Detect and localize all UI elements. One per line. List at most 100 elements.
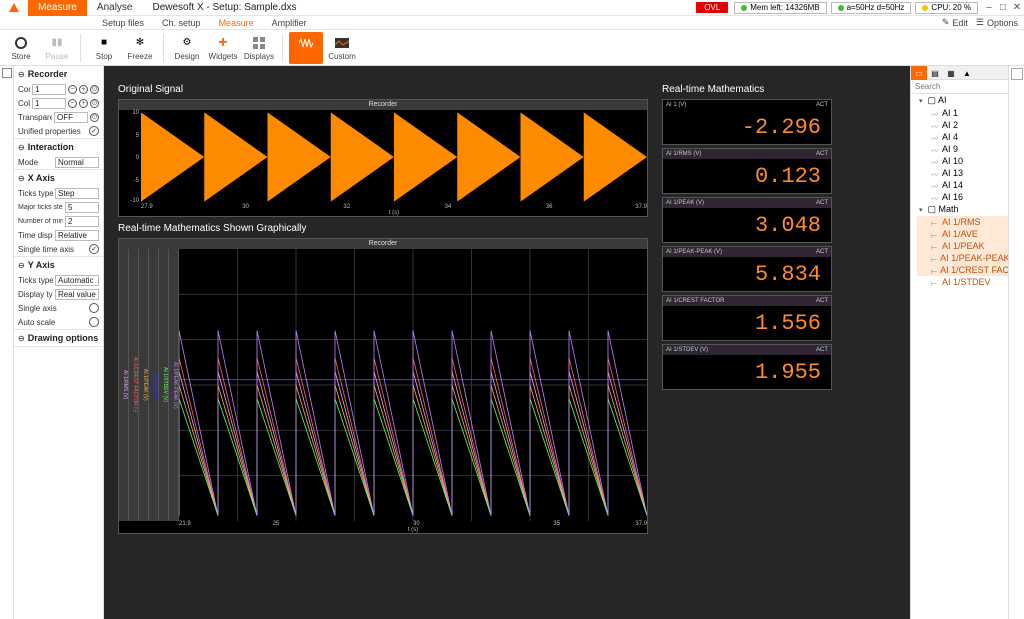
design-button[interactable]: ⚙Design <box>170 32 204 64</box>
tab-analyse[interactable]: Analyse <box>87 0 143 16</box>
tree-math-item[interactable]: AI 1/PEAK <box>917 240 1008 252</box>
columns-plus[interactable]: + <box>79 99 88 108</box>
unified-check[interactable]: ✓ <box>89 126 99 136</box>
window-max[interactable]: □ <box>996 2 1010 13</box>
options-link[interactable]: ☰Options <box>976 17 1018 28</box>
minor-input[interactable]: 2 <box>65 216 99 227</box>
status-mem: Mem left: 14326MB <box>734 2 826 14</box>
toolbar: Store ▮▮Pause ■Stop ✻Freeze ⚙Design +Wid… <box>0 30 1024 66</box>
tree-tab-3[interactable]: ▦ <box>943 66 959 80</box>
mode-select[interactable]: Normal <box>55 157 99 168</box>
mini-strip <box>1008 66 1024 619</box>
titlebar: Measure Analyse Dewesoft X - Setup: Samp… <box>0 0 1024 16</box>
meter-5[interactable]: AI 1/STDEV (V)ACT1.955 <box>662 344 832 390</box>
chart-original[interactable]: Recorder 1050-5-10 27.93032343637.9t (s) <box>118 99 648 217</box>
tree-item[interactable]: AI 2 <box>917 119 1008 131</box>
stop-button[interactable]: ■Stop <box>87 32 121 64</box>
controls-minus[interactable]: − <box>68 85 77 94</box>
tree-ai-root[interactable]: ▢ AI <box>917 94 1008 107</box>
displays-button[interactable]: Displays <box>242 32 276 64</box>
mini-box[interactable] <box>1011 68 1023 80</box>
timedisplay-select[interactable]: Relative <box>55 230 99 241</box>
menu-ch-setup[interactable]: Ch. setup <box>154 18 209 28</box>
tab-measure[interactable]: Measure <box>28 0 87 16</box>
singletime-check[interactable]: ✓ <box>89 244 99 254</box>
window-min[interactable]: – <box>982 2 996 13</box>
widgets-button[interactable]: +Widgets <box>206 32 240 64</box>
record-icon <box>13 35 29 51</box>
strip-toggle[interactable] <box>2 68 12 78</box>
custom-icon <box>334 35 350 51</box>
status-cpu: CPU: 20 % <box>915 2 978 14</box>
tree-math-item[interactable]: AI 1/RMS <box>917 216 1008 228</box>
meter-3[interactable]: AI 1/PEAK-PEAK (V)ACT5.834 <box>662 246 832 292</box>
section-recorder[interactable]: Recorder <box>14 66 103 82</box>
controls-plus[interactable]: + <box>79 85 88 94</box>
custom-button[interactable]: Custom <box>325 32 359 64</box>
section-xaxis[interactable]: X Axis <box>14 170 103 186</box>
section-drawing[interactable]: Drawing options <box>14 330 103 346</box>
columns-reset[interactable]: ⊙ <box>90 99 99 108</box>
tree-item[interactable]: AI 1 <box>917 107 1008 119</box>
wave-icon <box>298 35 314 51</box>
tree-math-root[interactable]: ▢ Math <box>917 203 1008 216</box>
xticks-select[interactable]: Step <box>55 188 99 199</box>
meters-title: Real-time Mathematics <box>662 84 832 95</box>
controls-input[interactable]: 1 <box>32 84 66 95</box>
gear-icon: ⚙ <box>179 35 195 51</box>
yticks-select[interactable]: Automatic <box>55 275 99 286</box>
meter-0[interactable]: AI 1 (V)ACT-2.296 <box>662 99 832 145</box>
pause-icon: ▮▮ <box>49 35 65 51</box>
columns-minus[interactable]: − <box>68 99 77 108</box>
chart-math[interactable]: Recorder AI 1/RMS (V)AI 1/CREST FACTOR (… <box>118 238 648 534</box>
tree-tab-1[interactable]: ▭ <box>911 66 927 80</box>
tree-item[interactable]: AI 13 <box>917 167 1008 179</box>
window-close[interactable]: ✕ <box>1010 2 1024 13</box>
recorder-button[interactable]: Recorder <box>289 32 323 64</box>
meter-4[interactable]: AI 1/CREST FACTORACT1.556 <box>662 295 832 341</box>
transparency-input[interactable]: OFF <box>54 112 88 123</box>
controls-reset[interactable]: ⊙ <box>90 85 99 94</box>
menu-setup-files[interactable]: Setup files <box>94 18 152 28</box>
chart-header: Recorder <box>119 100 647 110</box>
tree-tab-4[interactable]: ▲ <box>959 66 975 80</box>
store-button[interactable]: Store <box>4 32 38 64</box>
tree-math-item[interactable]: AI 1/PEAK-PEAK <box>917 252 1008 264</box>
window-title: Dewesoft X - Setup: Sample.dxs <box>152 2 296 13</box>
stop-icon: ■ <box>96 35 112 51</box>
snowflake-icon: ✻ <box>132 35 148 51</box>
menu-amplifier[interactable]: Amplifier <box>264 18 315 28</box>
canvas: Original Signal Recorder 1050-5-10 27.93… <box>104 66 910 619</box>
property-strip <box>0 66 14 619</box>
meter-2[interactable]: AI 1/PEAK (V)ACT3.048 <box>662 197 832 243</box>
displaytype-select[interactable]: Real value <box>55 289 99 300</box>
tree-math-item[interactable]: AI 1/CREST FACTOR <box>917 264 1008 276</box>
section-yaxis[interactable]: Y Axis <box>14 257 103 273</box>
app-logo <box>0 0 28 16</box>
tree-math-item[interactable]: AI 1/STDEV <box>917 276 1008 288</box>
section-interaction[interactable]: Interaction <box>14 139 103 155</box>
autoscale-check[interactable] <box>89 317 99 327</box>
edit-link[interactable]: ✎Edit <box>942 17 968 28</box>
tree-item[interactable]: AI 9 <box>917 143 1008 155</box>
tree-tab-2[interactable]: ▤ <box>927 66 943 80</box>
chart-header-2: Recorder <box>119 239 647 249</box>
menubar: Setup files Ch. setup Measure Amplifier … <box>0 16 1024 30</box>
singleaxis-check[interactable] <box>89 303 99 313</box>
tree-item[interactable]: AI 14 <box>917 179 1008 191</box>
freeze-button[interactable]: ✻Freeze <box>123 32 157 64</box>
tree-item[interactable]: AI 4 <box>917 131 1008 143</box>
channel-tree: ▭ ▤ ▦ ▲ 🔍 ▢ AIAI 1AI 2AI 4AI 9AI 10AI 13… <box>910 66 1008 619</box>
menu-measure[interactable]: Measure <box>211 18 262 28</box>
status-freq: a=50Hz d=50Hz <box>831 2 912 14</box>
major-input[interactable]: 5 <box>65 202 99 213</box>
tree-item[interactable]: AI 10 <box>917 155 1008 167</box>
pencil-icon: ✎ <box>942 17 950 28</box>
pause-button[interactable]: ▮▮Pause <box>40 32 74 64</box>
columns-input[interactable]: 1 <box>32 98 66 109</box>
transparency-toggle[interactable]: ⊙ <box>90 113 99 122</box>
tree-item[interactable]: AI 16 <box>917 191 1008 203</box>
tree-math-item[interactable]: AI 1/AVE <box>917 228 1008 240</box>
meter-1[interactable]: AI 1/RMS (V)ACT0.123 <box>662 148 832 194</box>
properties-panel: Recorder Controls1−+⊙ Columns1−+⊙ Transp… <box>14 66 104 619</box>
